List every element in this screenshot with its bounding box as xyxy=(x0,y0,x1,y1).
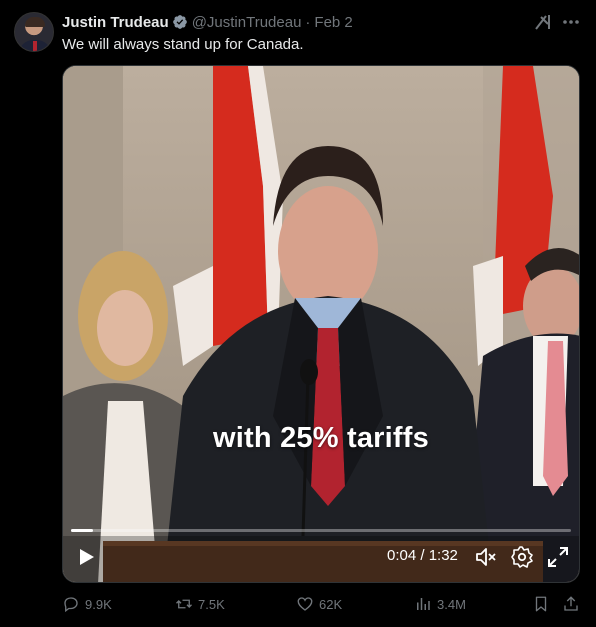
heart-icon xyxy=(297,597,313,611)
play-button[interactable] xyxy=(75,546,97,568)
share-button[interactable] xyxy=(562,595,585,613)
reply-count: 9.9K xyxy=(85,596,112,612)
share-icon xyxy=(564,596,578,611)
settings-gear-icon[interactable] xyxy=(509,544,535,570)
fullscreen-icon[interactable] xyxy=(545,544,571,570)
like-count: 62K xyxy=(319,596,343,612)
video-frame xyxy=(63,66,579,582)
video-caption: with 25% tariffs xyxy=(213,422,429,454)
author-name[interactable]: Justin Trudeau xyxy=(62,14,169,31)
video-progress-fill xyxy=(71,529,93,532)
separator-dot: · xyxy=(305,13,311,31)
author-handle[interactable]: @JustinTrudeau xyxy=(192,14,302,31)
repost-icon xyxy=(176,599,192,609)
tweet-actions: 9.9K 7.5K 62K 3.4M xyxy=(62,595,582,617)
author-avatar[interactable] xyxy=(14,12,54,52)
tweet-text: We will always stand up for Canada. xyxy=(62,36,304,53)
video-time: 0:04 / 1:32 xyxy=(387,547,458,564)
verified-badge-icon[interactable] xyxy=(172,14,188,30)
views-button[interactable]: 3.4M xyxy=(414,595,466,613)
muted-speaker-icon[interactable] xyxy=(473,544,499,570)
tweet-header: Justin Trudeau @JustinTrudeau · Feb 2 xyxy=(62,12,353,32)
grok-icon[interactable] xyxy=(532,11,554,33)
video-player[interactable]: with 25% tariffs 0:04 / 1:32 xyxy=(62,65,580,583)
bookmark-icon xyxy=(535,596,547,612)
like-button[interactable]: 62K xyxy=(296,595,342,613)
repost-button[interactable]: 7.5K xyxy=(175,595,225,613)
reply-icon xyxy=(64,597,78,613)
bookmark-button[interactable] xyxy=(532,595,555,613)
views-chart-icon xyxy=(417,598,430,610)
tweet-date[interactable]: Feb 2 xyxy=(314,14,352,31)
views-count: 3.4M xyxy=(437,596,466,612)
video-progress-bar[interactable] xyxy=(71,529,571,532)
repost-count: 7.5K xyxy=(198,596,225,612)
video-controls: 0:04 / 1:32 xyxy=(63,534,579,582)
reply-button[interactable]: 9.9K xyxy=(62,595,112,613)
more-options-icon[interactable] xyxy=(560,11,582,33)
